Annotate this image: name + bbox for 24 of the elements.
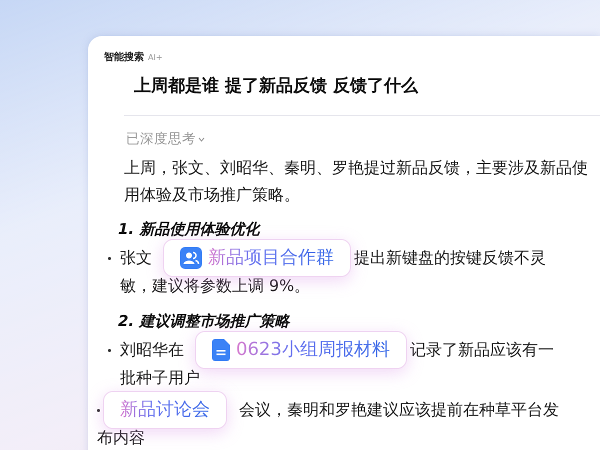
- bullet-text: 布内容: [97, 428, 145, 447]
- bullet-dot: [108, 348, 111, 352]
- app-title: 智能搜索: [104, 50, 144, 64]
- thinking-toggle[interactable]: 已深度思考: [126, 130, 205, 148]
- source-chip[interactable]: 新品项目合作群: [163, 239, 351, 277]
- question-title: 上周都是谁 提了新品反馈 反馈了什么: [134, 75, 420, 97]
- group-icon: [180, 247, 202, 269]
- bullet-dot: [97, 408, 100, 412]
- bullet-text: 敏，建议将参数上调 9%。: [120, 276, 310, 295]
- bullet-text: 提出新键盘的按键反馈不灵: [354, 247, 546, 269]
- document-icon: [212, 339, 230, 361]
- source-chip[interactable]: 0623小组周报材料: [195, 331, 407, 369]
- summary-text: 上周，张文、刘昭华、秦明、罗艳提过新品反馈，主要涉及新品使用体验及市场推广策略。: [124, 157, 589, 206]
- caret-icon: [198, 136, 205, 142]
- source-chip[interactable]: 新品讨论会: [103, 391, 227, 429]
- section-heading: 2. 建议调整市场推广策略: [118, 311, 292, 332]
- bullet-text: 张文: [120, 247, 152, 269]
- bullet-text: 批种子用户: [120, 368, 200, 387]
- bullet-text: 会议，秦明和罗艳建议应该提前在种草平台发: [239, 399, 559, 421]
- section-heading: 1. 新品使用体验优化: [118, 219, 262, 240]
- ai-label: AI+: [148, 53, 163, 62]
- bullet-dot: [108, 256, 111, 260]
- bullet-text: 刘昭华在: [120, 339, 184, 361]
- bullet-text: 记录了新品应该有一: [410, 339, 554, 361]
